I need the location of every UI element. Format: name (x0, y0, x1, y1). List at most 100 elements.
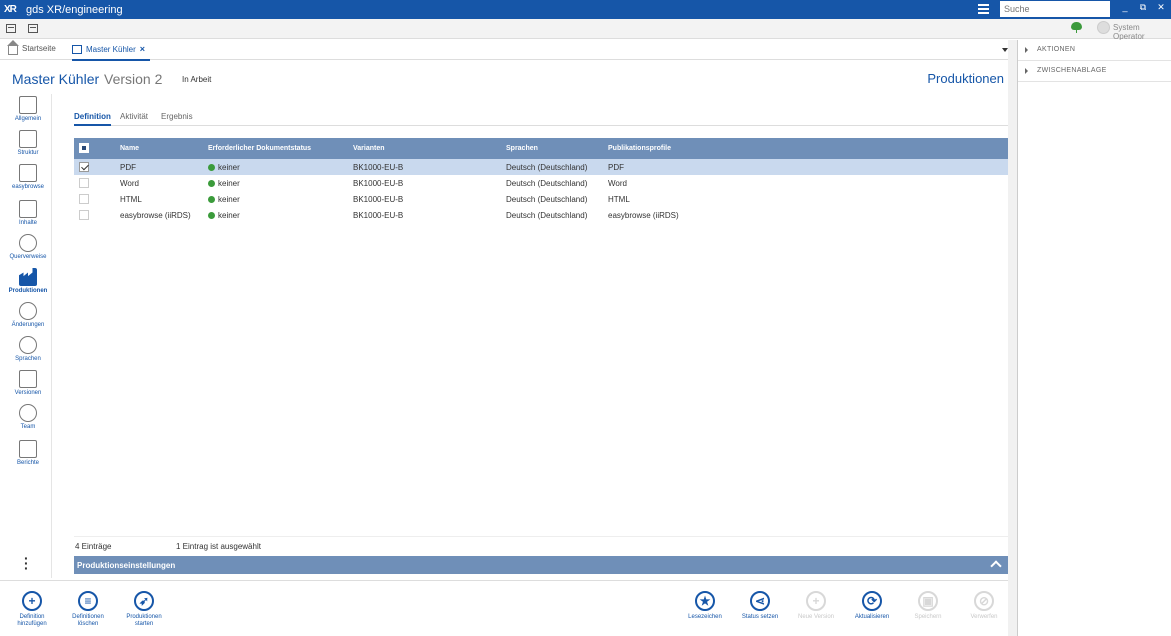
delete-definitions-button[interactable]: ≡ Definitionen löschen (58, 591, 118, 628)
minimize-button[interactable]: _ (1118, 2, 1132, 16)
row-checkbox[interactable] (79, 178, 89, 188)
cell-language: Deutsch (Deutschland) (506, 211, 588, 220)
table-footer: 4 Einträge 1 Eintrag ist ausgewählt (74, 536, 1008, 554)
start-productions-button[interactable]: ➶ Produktionen starten (114, 591, 174, 628)
table-row[interactable]: HTML keiner BK1000-EU-B Deutsch (Deutsch… (74, 191, 1008, 207)
factory-icon (19, 268, 37, 286)
tab-definition[interactable]: Definition (74, 112, 111, 126)
nav-item-versionen[interactable]: Versionen (4, 370, 52, 396)
discard-button[interactable]: ⊘ Verwerfen (954, 591, 1014, 621)
row-checkbox[interactable] (79, 194, 89, 204)
button-label: Produktionen (126, 614, 162, 620)
rocket-icon: ➶ (134, 591, 154, 611)
table-row[interactable]: easybrowse (iiRDS) keiner BK1000-EU-B De… (74, 207, 1008, 223)
window-layout-icon[interactable] (6, 24, 16, 33)
status-text: keiner (218, 179, 240, 188)
definitions-table: Name Erforderlicher Dokumentstatus Varia… (74, 138, 1008, 223)
column-header-profiles[interactable]: Publikationsprofile (608, 145, 671, 152)
nav-item-berichte[interactable]: Berichte (4, 440, 52, 466)
nav-label: Versionen (14, 390, 42, 396)
chevron-up-icon[interactable] (990, 560, 1002, 572)
nav-label: Allgemein (14, 116, 42, 122)
page-title: Master Kühler (12, 71, 100, 87)
button-label: Neue Version (797, 614, 835, 620)
home-icon (7, 40, 19, 55)
bookmark-button[interactable]: ★ Lesezeichen (675, 591, 735, 621)
status-ok-icon (208, 180, 215, 187)
panel-section-aktionen[interactable]: AKTIONEN (1018, 40, 1171, 61)
button-label: Definition (19, 614, 45, 620)
cell-profile: HTML (608, 195, 630, 204)
cell-name: Word (120, 179, 139, 188)
nav-item-sprachen[interactable]: Sprachen (4, 336, 52, 362)
panel-section-zwischenablage[interactable]: ZWISCHENABLAGE (1018, 61, 1171, 82)
cell-status: keiner (208, 211, 240, 220)
nav-item-allgemein[interactable]: Allgemein (4, 96, 52, 122)
production-settings-bar[interactable]: Produktionseinstellungen (74, 556, 1008, 574)
document-icon (19, 96, 37, 114)
button-label: löschen (77, 621, 99, 627)
cell-profile: Word (608, 179, 627, 188)
nav-label: Inhalte (18, 220, 37, 226)
add-definition-button[interactable]: + Definition hinzufügen (2, 591, 62, 628)
set-status-button[interactable]: ⋖ Status setzen (730, 591, 790, 621)
nav-label: Querverweise (9, 254, 47, 260)
nav-item-querverweise[interactable]: Querverweise (4, 234, 52, 260)
column-header-name[interactable]: Name (120, 145, 139, 152)
cell-name: PDF (120, 163, 136, 172)
row-checkbox[interactable] (79, 162, 89, 172)
versions-icon (19, 370, 37, 388)
subtabs: Definition Aktivität Ergebnis (74, 110, 1008, 126)
column-header-variants[interactable]: Varianten (353, 145, 385, 152)
share-icon: ⋖ (750, 591, 770, 611)
nav-item-struktur[interactable]: Struktur (4, 130, 52, 156)
nav-item-team[interactable]: Team (4, 404, 52, 430)
restore-button[interactable]: ⧉ (1136, 2, 1150, 16)
close-tab-icon[interactable]: × (140, 44, 145, 54)
tab-label: Startseite (22, 44, 56, 53)
cell-status: keiner (208, 179, 240, 188)
tab-label: Master Kühler (86, 44, 136, 54)
section-title: Produktionen (927, 71, 1004, 86)
close-window-button[interactable]: ✕ (1154, 2, 1168, 16)
nav-item-easybrowse[interactable]: easybrowse (4, 164, 52, 190)
save-button[interactable]: ▣ Speichern (898, 591, 958, 621)
reports-icon (19, 440, 37, 458)
cell-language: Deutsch (Deutschland) (506, 195, 588, 204)
user-name[interactable]: System Operator (1113, 23, 1171, 41)
panel-splitter[interactable] (1008, 40, 1017, 636)
status-text: keiner (218, 163, 240, 172)
column-header-status[interactable]: Erforderlicher Dokumentstatus (208, 145, 311, 152)
nav-item-inhalte[interactable]: Inhalte (4, 200, 52, 226)
tab-startseite[interactable]: Startseite (7, 40, 56, 55)
table-row[interactable]: Word keiner BK1000-EU-B Deutsch (Deutsch… (74, 175, 1008, 191)
row-checkbox[interactable] (79, 210, 89, 220)
tab-master-kuehler[interactable]: Master Kühler × (72, 44, 151, 61)
cell-name: easybrowse (iiRDS) (120, 211, 191, 220)
tab-ergebnis[interactable]: Ergebnis (161, 112, 193, 121)
panel-section-label: AKTIONEN (1037, 46, 1076, 53)
new-version-button[interactable]: + Neue Version (786, 591, 846, 621)
status-text: keiner (218, 195, 240, 204)
nav-label: Sprachen (15, 356, 41, 362)
nav-item-produktionen[interactable]: Produktionen (4, 268, 52, 294)
window-split-icon[interactable] (28, 24, 38, 33)
refresh-button[interactable]: ⟳ Aktualisieren (842, 591, 902, 621)
nav-item-aenderungen[interactable]: Änderungen (4, 302, 52, 328)
right-panel: AKTIONEN ZWISCHENABLAGE (1017, 40, 1171, 636)
app-title: gds XR/engineering (26, 3, 123, 16)
cell-profile: easybrowse (iiRDS) (608, 211, 679, 220)
cell-variant: BK1000-EU-B (353, 179, 404, 188)
search-input[interactable] (1000, 1, 1110, 17)
cloud-sync-icon (1071, 22, 1082, 33)
table-row[interactable]: PDF keiner BK1000-EU-B Deutsch (Deutschl… (74, 159, 1008, 175)
menu-icon[interactable] (978, 4, 989, 14)
column-header-languages[interactable]: Sprachen (506, 145, 538, 152)
status-label: In Arbeit (182, 75, 212, 84)
plus-icon: + (22, 591, 42, 611)
user-avatar-icon[interactable] (1097, 21, 1110, 34)
more-options-icon[interactable]: · · · (24, 551, 29, 575)
tab-aktivitaet[interactable]: Aktivität (120, 112, 148, 121)
version-label: Version 2 (104, 71, 163, 87)
select-all-checkbox[interactable] (79, 143, 89, 153)
